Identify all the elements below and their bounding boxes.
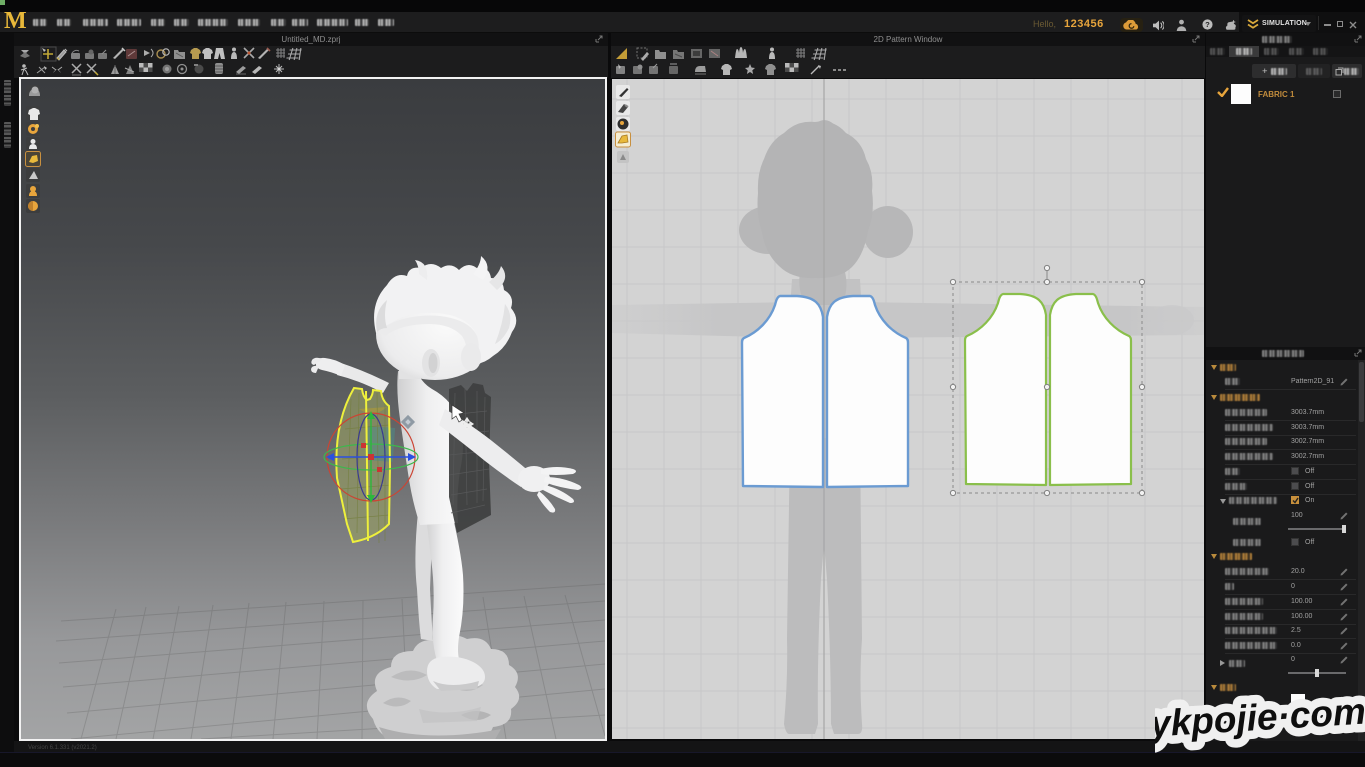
svg-text:ykpojie·com: ykpojie·com — [1155, 691, 1365, 745]
svg-text:?: ? — [1205, 20, 1210, 29]
